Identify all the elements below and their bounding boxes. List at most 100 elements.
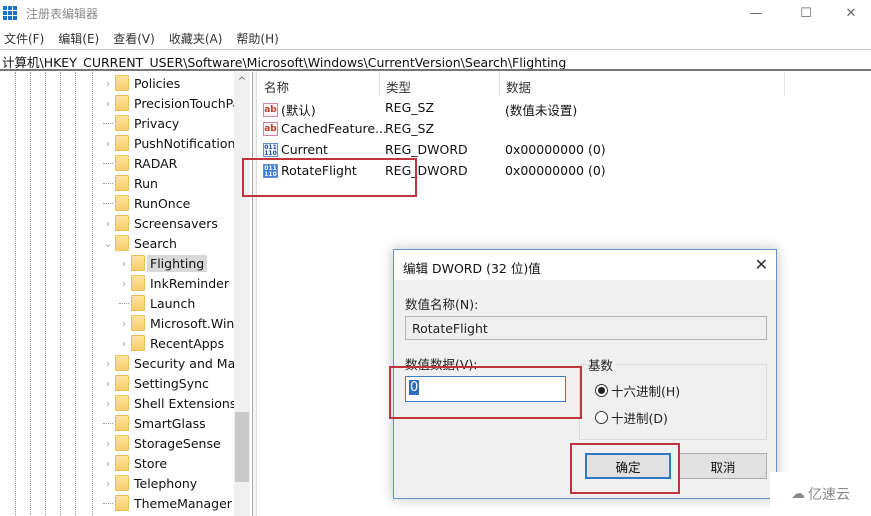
chevron-right-icon[interactable]: › — [101, 437, 115, 450]
value-type: REG_SZ — [385, 121, 435, 136]
chevron-right-icon[interactable]: › — [101, 137, 115, 150]
chevron-right-icon[interactable]: › — [101, 217, 115, 230]
tree-item-label: Policies — [134, 75, 181, 91]
maximize-icon: ☐ — [800, 6, 812, 21]
folder-icon — [115, 235, 129, 251]
tree-item[interactable]: › RecentApps — [117, 333, 224, 353]
address-bar[interactable]: 计算机\HKEY_CURRENT_USER\Software\Microsoft… — [0, 49, 871, 71]
chevron-right-icon[interactable]: › — [101, 477, 115, 490]
value-row[interactable]: ab CachedFeature... REG_SZ — [258, 118, 858, 139]
folder-icon — [115, 475, 129, 491]
tree-item[interactable]: › Security and Mai — [101, 353, 239, 373]
pane-splitter[interactable] — [252, 72, 257, 516]
tree-item[interactable]: › PushNotifications — [101, 133, 242, 153]
close-button[interactable]: ✕ — [828, 0, 871, 27]
tree-connector — [119, 302, 129, 304]
tree-item-label: Telephony — [134, 475, 198, 491]
tree-connector — [103, 182, 113, 184]
value-name: Current — [281, 142, 328, 157]
tree-item[interactable]: › Telephony — [101, 473, 197, 493]
menu-help[interactable]: 帮助(H) — [232, 27, 286, 49]
folder-icon — [131, 275, 145, 291]
tree-item[interactable]: › Store — [101, 453, 167, 473]
tree-item[interactable]: › Shell Extensions — [101, 393, 236, 413]
regedit-app-icon — [3, 4, 19, 20]
binary-value-icon: 011 110 — [263, 142, 278, 157]
folder-icon — [115, 75, 129, 91]
chevron-down-icon[interactable]: ⌄ — [101, 237, 115, 250]
menu-edit[interactable]: 编辑(E) — [54, 27, 107, 49]
tree-item[interactable]: RADAR — [101, 153, 177, 173]
tree-item[interactable]: › Flighting — [117, 253, 208, 273]
tree-guide-line — [60, 72, 61, 516]
chevron-right-icon[interactable]: › — [117, 257, 131, 270]
chevron-right-icon[interactable]: › — [117, 317, 131, 330]
folder-icon — [115, 435, 129, 451]
column-header-type[interactable]: 类型 — [380, 72, 500, 96]
minimize-icon: — — [749, 6, 763, 21]
radio-decimal[interactable]: 十进制(D) — [595, 408, 668, 427]
value-row[interactable]: 011 110 Current REG_DWORD 0x00000000 (0) — [258, 139, 858, 160]
maximize-button[interactable]: ☐ — [783, 0, 829, 27]
tree-connector — [103, 502, 113, 504]
tree-item[interactable]: › Microsoft.Wind — [117, 313, 242, 333]
tree-item[interactable]: RunOnce — [101, 193, 190, 213]
tree-scrollbar[interactable]: ^ — [234, 72, 250, 516]
tree-connector — [103, 122, 113, 124]
string-value-icon: ab — [263, 121, 278, 136]
tree-item[interactable]: › PrecisionTouchPa — [101, 93, 240, 113]
folder-icon — [115, 415, 129, 431]
tree-item-label: Shell Extensions — [134, 395, 237, 411]
chevron-right-icon[interactable]: › — [101, 357, 115, 370]
tree-connector — [103, 202, 113, 204]
tree-item[interactable]: › Policies — [101, 73, 180, 93]
folder-icon — [115, 195, 129, 211]
tree-guide-line — [45, 72, 46, 516]
menu-file[interactable]: 文件(F) — [0, 27, 52, 49]
tree-connector — [103, 422, 113, 424]
tree-item-label: StorageSense — [134, 435, 221, 451]
chevron-right-icon[interactable]: › — [117, 337, 131, 350]
folder-icon — [115, 155, 129, 171]
tree-item-label: RADAR — [134, 155, 178, 171]
tree-item[interactable]: Privacy — [101, 113, 179, 133]
radio-hexadecimal[interactable]: 十六进制(H) — [595, 381, 680, 400]
column-header-data[interactable]: 数据 — [500, 72, 785, 96]
watermark-text: 亿速云 — [808, 487, 850, 503]
tree-item[interactable]: › StorageSense — [101, 433, 221, 453]
chevron-right-icon[interactable]: › — [117, 277, 131, 290]
value-row[interactable]: ab (默认) REG_SZ (数值未设置) — [258, 97, 858, 118]
folder-icon — [115, 455, 129, 471]
tree-item[interactable]: Launch — [117, 293, 195, 313]
tree-item[interactable]: › SettingSync — [101, 373, 209, 393]
tree-item[interactable]: › InkReminder — [117, 273, 229, 293]
tree-guide-line — [92, 72, 93, 516]
folder-icon — [115, 135, 129, 151]
folder-icon — [131, 335, 145, 351]
tree-item[interactable]: SmartGlass — [101, 413, 206, 433]
chevron-right-icon[interactable]: › — [101, 77, 115, 90]
scroll-up-icon[interactable]: ^ — [234, 76, 250, 87]
dialog-close-icon[interactable]: ✕ — [755, 255, 768, 274]
menu-view[interactable]: 查看(V) — [109, 27, 163, 49]
column-header-name[interactable]: 名称 — [258, 72, 380, 96]
chevron-right-icon[interactable]: › — [101, 97, 115, 110]
tree-item[interactable]: Run — [101, 173, 158, 193]
folder-icon — [131, 255, 145, 271]
folder-icon — [115, 95, 129, 111]
radio-checked-icon — [595, 384, 608, 397]
minimize-button[interactable]: — — [733, 0, 779, 27]
chevron-right-icon[interactable]: › — [101, 397, 115, 410]
chevron-right-icon[interactable]: › — [101, 457, 115, 470]
menu-favorites[interactable]: 收藏夹(A) — [165, 27, 231, 49]
tree-item-label: Search — [134, 235, 177, 251]
menu-bar: 文件(F) 编辑(E) 查看(V) 收藏夹(A) 帮助(H) — [0, 27, 871, 49]
scroll-thumb[interactable] — [235, 412, 249, 482]
tree-item-label: RunOnce — [134, 195, 191, 211]
tree-item[interactable]: ⌄ Search — [101, 233, 177, 253]
tree-item[interactable]: ThemeManager — [101, 493, 232, 513]
annotation-highlight-data — [389, 366, 582, 419]
tree-item[interactable]: › Screensavers — [101, 213, 218, 233]
chevron-right-icon[interactable]: › — [101, 377, 115, 390]
cancel-button[interactable]: 取消 — [679, 453, 767, 479]
